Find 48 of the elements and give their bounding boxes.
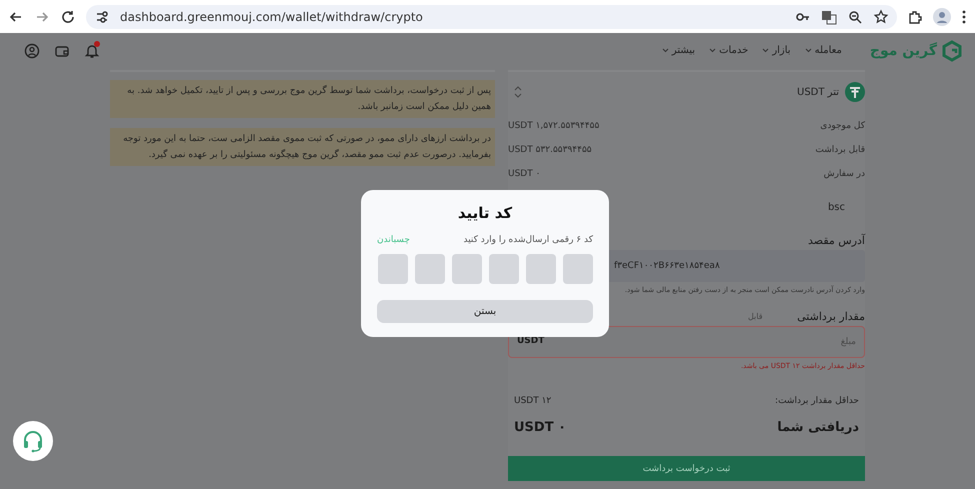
chevron-icon bbox=[709, 48, 716, 53]
select-arrows-icon bbox=[514, 86, 522, 98]
code-digit-field[interactable] bbox=[489, 254, 519, 284]
menu-icon[interactable] bbox=[961, 8, 967, 24]
support-button[interactable] bbox=[13, 421, 53, 461]
address-bar[interactable]: dashboard.greenmouj.com/wallet/withdraw/crypto bbox=[86, 4, 897, 28]
code-digit-field[interactable] bbox=[452, 254, 482, 284]
bell-icon[interactable] bbox=[84, 42, 100, 58]
nav-menu[interactable]: خدمات bbox=[709, 45, 748, 56]
balance-label: در سفارش bbox=[824, 169, 865, 179]
available-label: قابل bbox=[748, 312, 763, 320]
chevron-icon bbox=[804, 48, 812, 53]
reload-icon[interactable] bbox=[60, 8, 76, 24]
receive-label: دریافتی شما bbox=[777, 420, 859, 434]
code-digit-field[interactable] bbox=[563, 254, 593, 284]
code-digit-field[interactable] bbox=[415, 254, 445, 284]
nav-menu[interactable]: معامله bbox=[804, 45, 842, 56]
dialog-prompt: کد ۶ رقمی ارسال‌شده را وارد کنید bbox=[463, 235, 593, 245]
min-value: USDT ۱۲ bbox=[514, 396, 552, 406]
balance-value: USDT ۰ bbox=[508, 169, 540, 179]
tether-icon bbox=[845, 82, 865, 102]
headset-icon bbox=[21, 429, 45, 453]
avatar-icon[interactable] bbox=[933, 8, 951, 26]
zoom-icon[interactable] bbox=[847, 8, 863, 24]
star-icon[interactable] bbox=[873, 8, 889, 24]
profile-icon[interactable] bbox=[24, 42, 40, 58]
balance-value: USDT ۵۳۲.۵۵۳۹۴۴۵۵ bbox=[508, 145, 592, 155]
balance-value: USDT ۱,۵۷۲.۵۵۳۹۴۴۵۵ bbox=[508, 121, 600, 131]
field-label: آدرس مقصد bbox=[808, 234, 865, 246]
paste-link[interactable]: چسباندن bbox=[377, 235, 410, 245]
nav-menu[interactable]: بازار bbox=[762, 45, 791, 56]
url-text: dashboard.greenmouj.com/wallet/withdraw/crypto bbox=[120, 10, 424, 24]
close-button[interactable]: بستن bbox=[377, 300, 593, 323]
balance-label: قابل برداشت bbox=[815, 145, 865, 155]
receive-value: USDT ۰ bbox=[514, 420, 566, 434]
min-label: حداقل مقدار برداشت: bbox=[775, 396, 859, 406]
balance-label: کل موجودی bbox=[820, 121, 865, 131]
code-digit-field[interactable] bbox=[378, 254, 408, 284]
field-label: مقدار برداشتی bbox=[797, 310, 865, 322]
extensions-icon[interactable] bbox=[907, 8, 923, 24]
site-settings-icon[interactable] bbox=[94, 8, 110, 24]
coin-select[interactable]: تتر USDT bbox=[508, 80, 865, 104]
nav-menu[interactable]: بیشتر bbox=[662, 45, 696, 56]
chevron-icon bbox=[762, 48, 770, 53]
notice-text: پس از ثبت درخواست، برداشت شما توسط گرین موج بررسی و پس از تایید، تکمیل خواهد شد. به همین دلیل ممکن است زمانبر باشد. bbox=[110, 80, 495, 118]
code-digit-field[interactable] bbox=[526, 254, 556, 284]
notice-text: در برداشت ارزهای دارای ممو، در صورتی که ثبت مموی مقصد الزامی ست، حتما به این مورد توجه بفرمایید. درصورت عدم ثبت ممو مقصد، گرین موج هیچگونه مسئولیتی را بر عهده نمی گیرد. bbox=[110, 128, 495, 166]
chevron-icon bbox=[662, 48, 669, 53]
